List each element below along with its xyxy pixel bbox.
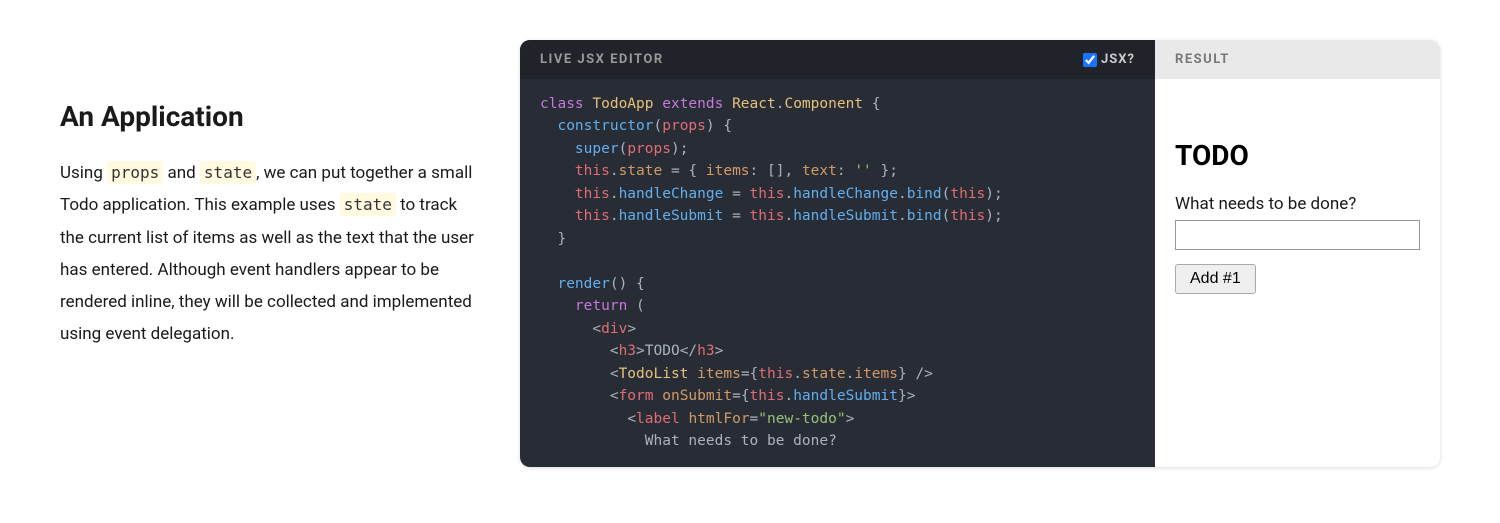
todo-input[interactable] <box>1175 220 1420 250</box>
todo-heading: TODO <box>1175 139 1420 172</box>
editor-header: LIVE JSX EDITOR JSX? <box>520 40 1155 79</box>
code-line: this.handleSubmit = this.handleSubmit.bi… <box>540 205 1135 227</box>
playground: LIVE JSX EDITOR JSX? class TodoApp exten… <box>520 40 1440 467</box>
add-button[interactable]: Add #1 <box>1175 264 1256 294</box>
code-line: this.state = { items: [], text: '' }; <box>540 160 1135 182</box>
code-line: return ( <box>540 295 1135 317</box>
editor-title: LIVE JSX EDITOR <box>540 52 664 67</box>
intro-text: and <box>163 163 200 183</box>
result-panel: RESULT TODO What needs to be done? Add #… <box>1155 40 1440 467</box>
intro-text: to track the current list of items as we… <box>60 195 474 344</box>
code-line: <form onSubmit={this.handleSubmit}> <box>540 385 1135 407</box>
code-line: <div> <box>540 318 1135 340</box>
result-title: RESULT <box>1155 40 1440 79</box>
intro-paragraph: Using props and state, we can put togeth… <box>60 157 480 351</box>
code-line: super(props); <box>540 138 1135 160</box>
code-line: What needs to be done? <box>540 430 1135 452</box>
code-line: this.handleChange = this.handleChange.bi… <box>540 183 1135 205</box>
code-line: render() { <box>540 273 1135 295</box>
todo-label: What needs to be done? <box>1175 194 1420 214</box>
code-line <box>540 250 1135 272</box>
jsx-toggle-label: JSX? <box>1101 52 1135 67</box>
inline-code-state-2: state <box>340 193 396 216</box>
code-line: <label htmlFor="new-todo"> <box>540 408 1135 430</box>
code-line: <TodoList items={this.state.items} /> <box>540 363 1135 385</box>
intro-text: Using <box>60 163 107 183</box>
jsx-toggle[interactable]: JSX? <box>1083 52 1135 67</box>
inline-code-props: props <box>107 161 163 184</box>
editor-panel: LIVE JSX EDITOR JSX? class TodoApp exten… <box>520 40 1155 467</box>
inline-code-state: state <box>200 161 256 184</box>
jsx-checkbox[interactable] <box>1083 53 1097 67</box>
intro-panel: An Application Using props and state, we… <box>60 40 480 351</box>
code-line: constructor(props) { <box>540 115 1135 137</box>
result-body: TODO What needs to be done? Add #1 <box>1155 79 1440 314</box>
code-line: <h3>TODO</h3> <box>540 340 1135 362</box>
code-editor[interactable]: class TodoApp extends React.Component { … <box>520 79 1155 467</box>
code-line: } <box>540 228 1135 250</box>
intro-heading: An Application <box>60 100 480 133</box>
code-line: class TodoApp extends React.Component { <box>540 93 1135 115</box>
